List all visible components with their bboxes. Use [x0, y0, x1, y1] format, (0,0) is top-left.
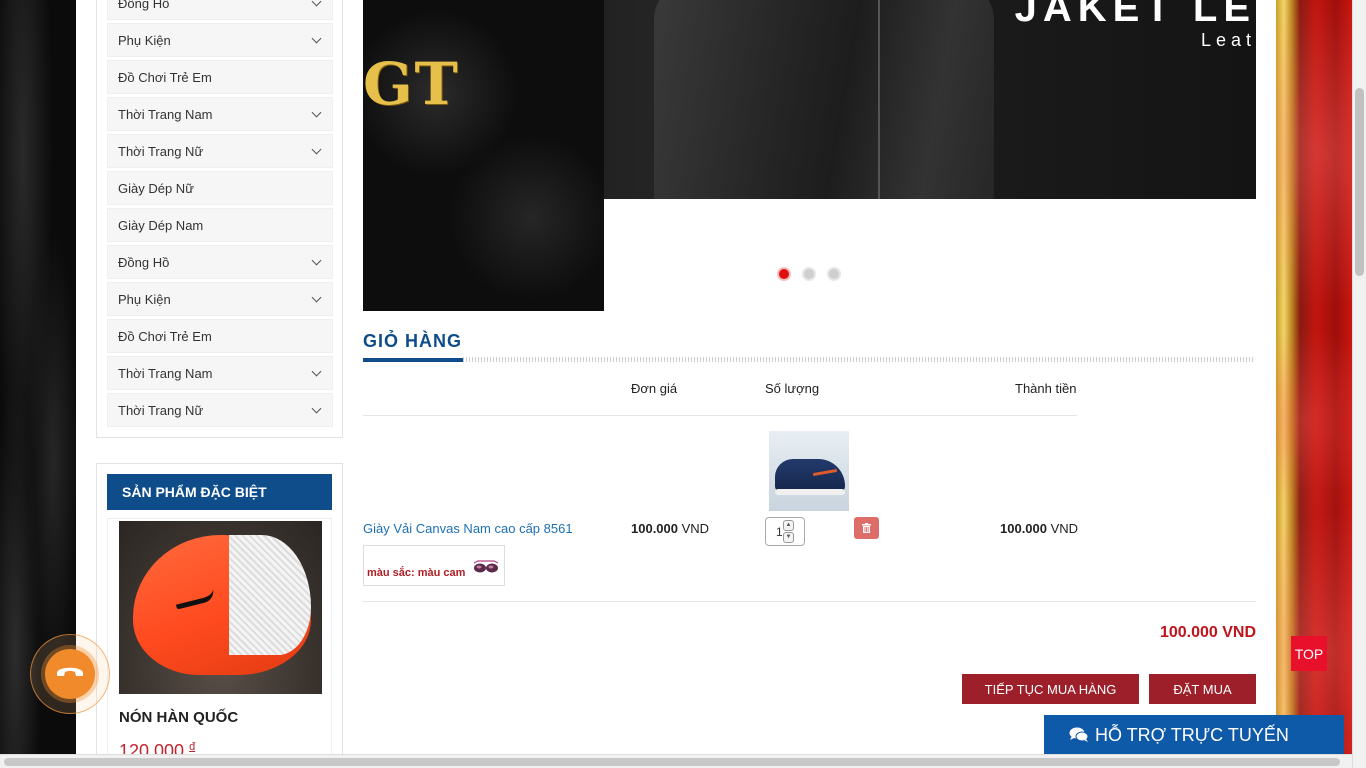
unit-price-currency: VND: [681, 521, 710, 536]
phone-icon: [57, 667, 83, 676]
price-currency: đ: [189, 741, 196, 753]
shoe-sole: [775, 489, 845, 495]
variant-label: màu sắc: màu cam: [367, 567, 466, 579]
slider-dot[interactable]: [827, 267, 841, 281]
header-quantity: Số lượng: [765, 381, 820, 396]
special-products-box: SẢN PHẨM ĐẶC BIỆT NÓN HÀN QUỐC 120.000 đ: [96, 463, 343, 768]
quantity-increase-button[interactable]: ▲: [783, 520, 794, 531]
slider-dot[interactable]: [802, 267, 816, 281]
jacket-shape: [654, 0, 994, 199]
quantity-value: 1: [776, 524, 783, 539]
jacket-zipper: [878, 0, 880, 199]
sidebar-category-label: Đồ Chơi Trẻ Em: [118, 69, 212, 85]
quantity-decrease-button[interactable]: ▼: [783, 532, 794, 543]
cap-mesh: [229, 535, 311, 655]
quantity-spinner: ▲ ▼: [783, 520, 794, 543]
header-divider: [363, 415, 1077, 416]
sidebar-category-item[interactable]: Thời Trang Nữ: [107, 393, 333, 427]
sidebar-category-item[interactable]: Đồ Chơi Trẻ Em: [107, 60, 333, 94]
special-product-card[interactable]: NÓN HÀN QUỐC 120.000 đ: [107, 518, 332, 768]
category-menu-box: Đồng Hồ Phụ Kiện Đồ Chơi Trẻ Em Thời Trang …: [96, 0, 343, 438]
phone-icon-circle: [45, 649, 95, 699]
chevron-down-icon[interactable]: [311, 366, 322, 376]
banner-left-panel: GT: [363, 0, 604, 311]
banner-jacket-image: JAKET LE Leat: [604, 0, 1256, 199]
header-unit-price: Đơn giá: [631, 381, 678, 396]
sidebar-category-label: Đồng Hồ: [118, 0, 170, 11]
sidebar-category-item[interactable]: Phụ Kiện: [107, 23, 333, 57]
shoe-shape: [775, 459, 845, 493]
sidebar-category-label: Giày Dép Nữ: [118, 180, 194, 196]
banner-gold-text: GT: [363, 50, 460, 118]
category-list: Đồng Hồ Phụ Kiện Đồ Chơi Trẻ Em Thời Trang …: [107, 0, 333, 430]
horizontal-scrollbar[interactable]: [0, 754, 1352, 768]
cart-item-image[interactable]: [769, 431, 849, 511]
online-support-bar[interactable]: HỖ TRỢ TRỰC TUYẾN: [1044, 715, 1344, 755]
sidebar-category-label: Đồng Hồ: [118, 254, 170, 270]
back-to-top-button[interactable]: TOP: [1291, 636, 1327, 671]
sidebar-category-label: Giày Dép Nam: [118, 217, 204, 233]
sidebar-category-item[interactable]: Thời Trang Nam: [107, 356, 333, 390]
vertical-scrollbar[interactable]: [1352, 0, 1366, 768]
chat-icon: [1069, 727, 1089, 742]
sidebar-category-item[interactable]: Thời Trang Nữ: [107, 134, 333, 168]
sidebar-category-label: Thời Trang Nữ: [118, 402, 204, 418]
chevron-down-icon[interactable]: [311, 107, 322, 117]
place-order-button[interactable]: ĐẶT MUA: [1149, 674, 1256, 704]
slider-dot[interactable]: [777, 267, 791, 281]
cart-title-underline: [363, 358, 463, 362]
banner-slider[interactable]: GT JAKET LE Leat: [363, 0, 1256, 311]
banner-headline: JAKET LE: [1014, 0, 1256, 30]
call-button[interactable]: [30, 634, 110, 714]
sidebar-category-item[interactable]: Thời Trang Nam: [107, 97, 333, 131]
sunglasses-icon: [473, 560, 499, 573]
chevron-down-icon[interactable]: [311, 292, 322, 302]
vertical-scrollbar-thumb[interactable]: [1355, 88, 1364, 276]
sidebar-category-label: Đồ Chơi Trẻ Em: [118, 328, 212, 344]
subtotal-value: 100.000: [1000, 521, 1047, 536]
sidebar-category-label: Thời Trang Nữ: [118, 143, 204, 159]
horizontal-scrollbar-thumb[interactable]: [4, 758, 1340, 766]
sidebar-category-item[interactable]: Đồng Hồ: [107, 0, 333, 20]
continue-shopping-button[interactable]: TIẾP TỤC MUA HÀNG: [962, 674, 1139, 704]
delete-item-button[interactable]: [854, 517, 879, 539]
special-product-name[interactable]: NÓN HÀN QUỐC: [119, 709, 238, 726]
slider-dots: [777, 267, 841, 281]
online-support-label: HỖ TRỢ TRỰC TUYẾN: [1095, 724, 1289, 745]
header-subtotal: Thành tiền: [1015, 381, 1077, 396]
cart-item-variant: màu sắc: màu cam: [363, 545, 505, 586]
trash-icon: [862, 523, 871, 533]
chevron-down-icon[interactable]: [311, 144, 322, 154]
unit-price-value: 100.000: [631, 521, 678, 536]
cart-item-unit-price: 100.000 VND: [631, 521, 709, 536]
cart-grand-total: 100.000 VND: [1159, 624, 1256, 641]
sidebar-category-item[interactable]: Đồ Chơi Trẻ Em: [107, 319, 333, 353]
sidebar-category-label: Thời Trang Nam: [118, 365, 213, 381]
sidebar-category-item[interactable]: Giày Dép Nữ: [107, 171, 333, 205]
cart-item-subtotal: 100.000 VND: [1000, 521, 1078, 536]
chevron-down-icon[interactable]: [311, 403, 322, 413]
sidebar-category-label: Phụ Kiện: [118, 291, 171, 307]
row-divider: [363, 601, 1256, 602]
chevron-down-icon[interactable]: [311, 33, 322, 43]
subtotal-currency: VND: [1050, 521, 1079, 536]
product-image[interactable]: [119, 521, 322, 694]
cart-title: GIỎ HÀNG: [363, 331, 463, 351]
cart-title-dotted-line: [463, 357, 1255, 362]
sidebar-category-label: Phụ Kiện: [118, 32, 171, 48]
sidebar-category-label: Thời Trang Nam: [118, 106, 213, 122]
sidebar-category-item[interactable]: Phụ Kiện: [107, 282, 333, 316]
chevron-down-icon[interactable]: [311, 0, 322, 6]
sidebar-category-item[interactable]: Đồng Hồ: [107, 245, 333, 279]
chevron-down-icon[interactable]: [311, 255, 322, 265]
banner-subline: Leat: [1200, 30, 1256, 50]
quantity-stepper[interactable]: 1 ▲ ▼: [765, 517, 805, 546]
page-content: Đồng Hồ Phụ Kiện Đồ Chơi Trẻ Em Thời Trang …: [76, 0, 1276, 768]
cart-item-name-link[interactable]: Giày Vải Canvas Nam cao cấp 8561: [363, 521, 573, 536]
special-products-title: SẢN PHẨM ĐẶC BIỆT: [107, 474, 332, 510]
sidebar-category-item[interactable]: Giày Dép Nam: [107, 208, 333, 242]
